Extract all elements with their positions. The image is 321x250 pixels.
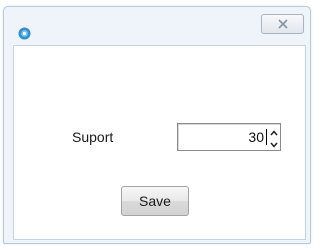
spinner-value[interactable]: 30: [178, 129, 264, 145]
close-icon: [278, 19, 288, 29]
save-button[interactable]: Save: [121, 186, 189, 216]
spinner-down-button[interactable]: [269, 137, 279, 148]
title-bar[interactable]: [4, 7, 310, 45]
dialog-content: Suport 30 Save: [13, 45, 306, 240]
spinner-buttons: [269, 126, 279, 148]
close-button[interactable]: [261, 14, 304, 34]
app-logo-icon: [18, 27, 31, 40]
text-caret: [266, 129, 267, 145]
suport-label: Suport: [72, 129, 114, 145]
dialog-window: Suport 30 Save: [3, 6, 311, 244]
suport-spinner[interactable]: 30: [177, 123, 281, 151]
spinner-up-button[interactable]: [269, 126, 279, 137]
chevron-down-icon: [270, 142, 278, 148]
